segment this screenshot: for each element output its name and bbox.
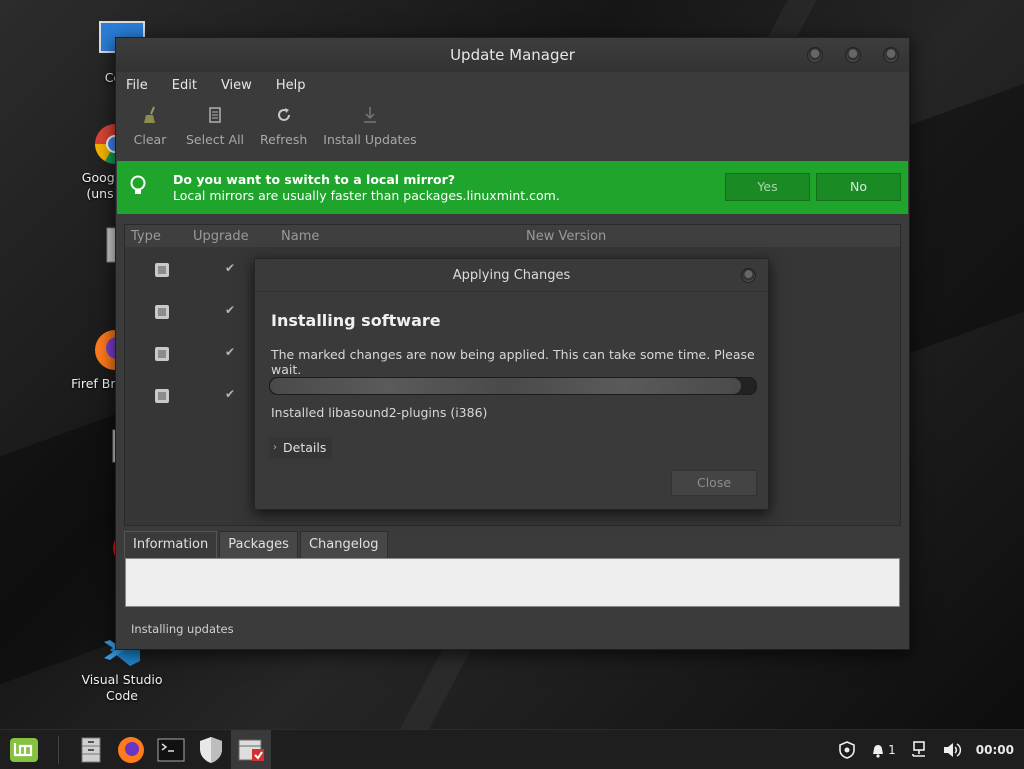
system-tray: 1 00:00 [838, 730, 1014, 769]
clear-label: Clear [133, 132, 167, 147]
refresh-icon [276, 104, 292, 126]
select-all-label: Select All [186, 132, 245, 147]
table-row[interactable]: ✔ [125, 255, 245, 285]
toolbar: Clear Select All Refresh Install Updates [116, 98, 909, 152]
column-upgrade[interactable]: Upgrade [193, 229, 249, 244]
no-button[interactable]: No [816, 173, 901, 201]
menu-bar: File Edit View Help [116, 72, 909, 98]
mint-logo-icon [10, 737, 38, 762]
details-expander[interactable]: Details [269, 437, 333, 459]
tab-changelog[interactable]: Changelog [299, 531, 388, 558]
install-updates-label: Install Updates [323, 132, 417, 147]
window-statusbar: Installing updates [131, 622, 234, 636]
notifications-tray[interactable]: 1 [870, 742, 896, 758]
taskbar-firefox[interactable] [111, 730, 151, 769]
table-row[interactable]: ✔ [125, 381, 245, 411]
refresh-button[interactable]: Refresh [252, 98, 315, 147]
select-all-button[interactable]: Select All [178, 98, 252, 147]
update-manager-window: Update Manager File Edit View Help Clear… [115, 37, 910, 650]
dialog-message: The marked changes are now being applied… [271, 347, 755, 377]
minimize-button[interactable] [807, 47, 823, 63]
column-new-version[interactable]: New Version [526, 229, 606, 244]
document-icon [208, 104, 222, 126]
yes-button[interactable]: Yes [725, 173, 810, 201]
firefox-icon [118, 736, 144, 763]
download-icon [362, 104, 378, 126]
shield-tray-icon[interactable] [838, 740, 856, 759]
mint-menu-button[interactable] [0, 730, 48, 769]
dialog-title: Applying Changes [452, 267, 571, 283]
checkmark-icon[interactable]: ✔ [225, 345, 235, 359]
tab-packages[interactable]: Packages [219, 531, 298, 558]
banner-heading: Do you want to switch to a local mirror? [173, 171, 456, 187]
lightbulb-icon [129, 175, 157, 201]
taskbar-terminal[interactable] [151, 730, 191, 769]
mirror-banner: Do you want to switch to a local mirror?… [117, 161, 908, 214]
menu-edit[interactable]: Edit [172, 78, 197, 93]
window-title: Update Manager [450, 46, 575, 64]
package-icon [155, 263, 169, 277]
notification-count: 1 [888, 742, 896, 757]
banner-text: Local mirrors are usually faster than pa… [173, 187, 560, 203]
checkmark-icon[interactable]: ✔ [225, 387, 235, 401]
taskbar-update-manager[interactable] [231, 730, 271, 769]
tab-information[interactable]: Information [124, 531, 218, 558]
volume-icon[interactable] [942, 741, 962, 759]
broom-icon [142, 104, 158, 126]
taskbar-separator [58, 735, 71, 764]
list-header: Type Upgrade Name New Version [125, 225, 900, 247]
progress-bar [269, 377, 757, 395]
column-type[interactable]: Type [131, 229, 161, 244]
menu-view[interactable]: View [221, 78, 252, 93]
package-icon [155, 347, 169, 361]
package-icon [155, 389, 169, 403]
taskbar-files[interactable] [71, 730, 111, 769]
bell-icon [873, 744, 884, 758]
close-window-button[interactable] [883, 47, 899, 63]
dialog-close-button[interactable]: Close [671, 470, 757, 496]
network-icon[interactable] [910, 740, 928, 759]
taskbar: 1 00:00 [0, 729, 1024, 769]
terminal-icon [157, 738, 185, 761]
shield-icon [200, 736, 222, 763]
update-manager-icon [238, 739, 264, 761]
menu-help[interactable]: Help [276, 78, 306, 93]
window-titlebar[interactable]: Update Manager [116, 38, 909, 72]
install-updates-button[interactable]: Install Updates [315, 98, 424, 147]
menu-file[interactable]: File [126, 78, 148, 93]
table-row[interactable]: ✔ [125, 297, 245, 327]
maximize-button[interactable] [845, 47, 861, 63]
refresh-label: Refresh [260, 132, 308, 147]
clock[interactable]: 00:00 [976, 743, 1014, 757]
dialog-titlebar[interactable]: Applying Changes [255, 259, 768, 292]
dialog-heading: Installing software [271, 311, 441, 330]
progress-fill [270, 378, 742, 394]
applying-changes-dialog: Applying Changes Installing software The… [254, 258, 769, 510]
file-cabinet-icon [81, 737, 101, 762]
clear-button[interactable]: Clear [122, 98, 178, 147]
info-tabs: Information Packages Changelog [124, 531, 388, 558]
checkmark-icon[interactable]: ✔ [225, 303, 235, 317]
column-name[interactable]: Name [281, 229, 319, 244]
table-row[interactable]: ✔ [125, 339, 245, 369]
tab-content-pane [125, 558, 900, 607]
dialog-close-icon[interactable] [741, 268, 756, 283]
package-icon [155, 305, 169, 319]
checkmark-icon[interactable]: ✔ [225, 261, 235, 275]
dialog-status: Installed libasound2-plugins (i386) [271, 405, 488, 420]
taskbar-shield[interactable] [191, 730, 231, 769]
